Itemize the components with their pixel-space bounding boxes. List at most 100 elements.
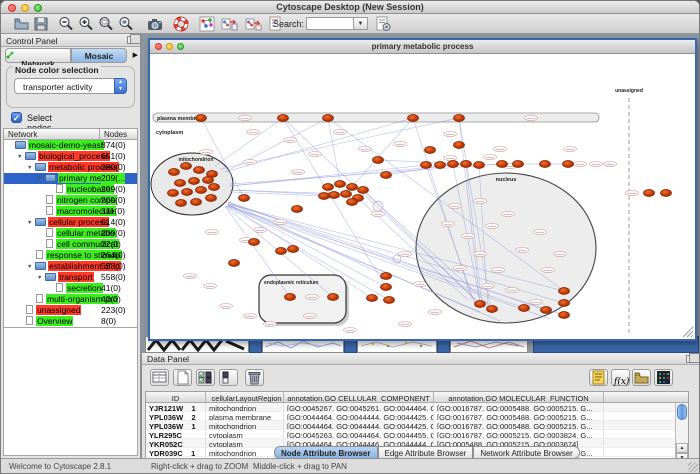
- table-cell[interactable]: [GO:0044464, GO:0044444, GO:0044425, G..…: [284, 421, 434, 429]
- search-input[interactable]: [306, 17, 354, 30]
- table-cell[interactable]: cytoplasm: [206, 439, 284, 447]
- table-cell[interactable]: YKR052C: [146, 439, 206, 447]
- table-cell[interactable]: mitochondrion: [206, 421, 284, 429]
- open-file-icon[interactable]: [13, 16, 30, 32]
- table-cell[interactable]: [GO:0016787, GO:0005488, GO:0005215, G..…: [434, 421, 604, 429]
- table-cell[interactable]: [GO:0016787, GO:0005488, GO:0005215, G..…: [434, 403, 604, 411]
- node-color-dropdown[interactable]: transporter activity ▲▼: [14, 78, 127, 94]
- tree-row-label: secretion: [66, 283, 103, 293]
- help-lifesaver-icon[interactable]: [173, 16, 190, 32]
- expand-arrow-icon[interactable]: ▼: [17, 154, 25, 160]
- tab-node-attribute-browser[interactable]: Node Attribute Browser: [274, 446, 378, 459]
- tab-overflow-arrow-icon[interactable]: ▶: [133, 51, 138, 59]
- table-cell[interactable]: [GO:0016787, GO:0005215, GO:0003824, G..…: [434, 430, 604, 438]
- tab-mosaic[interactable]: Mosaic: [71, 48, 127, 63]
- save-session-icon[interactable]: [33, 16, 50, 32]
- table-cell[interactable]: [GO:0044464, GO:0044444, GO:0044425, G..…: [284, 412, 434, 420]
- table-cell[interactable]: plasma membrane: [206, 412, 284, 420]
- file-icon: [46, 195, 53, 204]
- delete-attribute-icon[interactable]: [245, 369, 264, 386]
- table-cell[interactable]: cytoplasm: [206, 430, 284, 438]
- tree-row[interactable]: ▼transport558(0): [4, 272, 137, 283]
- expand-arrow-icon[interactable]: ▼: [37, 275, 45, 281]
- network-graph[interactable]: plasma membranecytoplasmmitochondrionnuc…: [150, 54, 695, 339]
- attribute-batch-icon[interactable]: [589, 369, 608, 386]
- expand-arrow-icon[interactable]: ▼: [37, 176, 45, 182]
- node-color-selection-group: Node color selection transporter activit…: [6, 66, 135, 108]
- table-row[interactable]: YJR121W__1mitochondrion[GO:0045267, GO:0…: [146, 403, 688, 412]
- tree-row[interactable]: cellular metabo209(0): [4, 228, 137, 239]
- tree-row[interactable]: Overview8(0): [4, 316, 137, 327]
- table-cell[interactable]: mitochondrion: [206, 403, 284, 411]
- network-overview-icon[interactable]: [199, 16, 216, 32]
- tree-row[interactable]: ▼metabolic process280(0): [4, 162, 137, 173]
- tree-row[interactable]: response to stimulu264(0): [4, 250, 137, 261]
- float-panel-icon[interactable]: [127, 36, 136, 44]
- table-cell[interactable]: YLR295C: [146, 430, 206, 438]
- show-attribute-table-icon[interactable]: [150, 369, 169, 386]
- unselect-attributes-icon[interactable]: [219, 369, 238, 386]
- tree-row[interactable]: ▼primary metabo209(...: [4, 173, 137, 184]
- float-panel-icon[interactable]: [686, 355, 695, 363]
- resize-grip[interactable]: [688, 462, 698, 472]
- expand-arrow-icon[interactable]: ▼: [27, 165, 35, 171]
- tree-row[interactable]: ▼cellular process614(0): [4, 217, 137, 228]
- scroll-up-icon[interactable]: ▲: [676, 443, 688, 453]
- table-cell[interactable]: YPL036W__1: [146, 421, 206, 429]
- tree-column-nodes[interactable]: Nodes: [99, 128, 138, 140]
- table-cell[interactable]: mitochondrion: [206, 448, 284, 456]
- tree-row[interactable]: cell communicat22(0): [4, 239, 137, 250]
- table-cell[interactable]: YDR039C__1: [146, 448, 206, 456]
- attribute-matrix-icon[interactable]: [654, 369, 673, 386]
- group-title: Node color selection: [13, 65, 101, 75]
- tree-row[interactable]: macromolecule311(0): [4, 206, 137, 217]
- configure-search-icon[interactable]: [375, 16, 392, 32]
- tree-row[interactable]: ▼establishment of lo558(0): [4, 261, 137, 272]
- column-header[interactable]: annotation.GO CELLULAR_COMPONENT: [284, 392, 434, 402]
- tree-row[interactable]: mosaic-demo-yeast874(0): [4, 140, 137, 151]
- tree-row-node-count: 41(0): [101, 283, 121, 294]
- tree-row[interactable]: nitrogen compo209(0): [4, 195, 137, 206]
- create-attribute-icon[interactable]: [173, 369, 192, 386]
- column-header[interactable]: annotation.GO MOLECULAR_FUNCTION: [434, 392, 604, 402]
- table-cell[interactable]: YJR121W__1: [146, 403, 206, 411]
- table-row[interactable]: YLR295Ccytoplasm[GO:0045263, GO:0044464,…: [146, 430, 688, 439]
- tab-network-attribute-browser[interactable]: Network Attribute Browser: [473, 446, 579, 459]
- network-canvas[interactable]: plasma membranecytoplasmmitochondrionnuc…: [150, 54, 695, 339]
- zoom-fit-icon[interactable]: [98, 16, 115, 32]
- table-scrollbar[interactable]: ▲ ▼: [675, 403, 688, 463]
- tree-row[interactable]: unassigned223(0): [4, 305, 137, 316]
- table-row[interactable]: YPL036W__2plasma membrane[GO:0044464, GO…: [146, 412, 688, 421]
- table-cell[interactable]: [GO:0016787, GO:0005488, GO:0005215, G..…: [434, 412, 604, 420]
- column-header[interactable]: _cellularLayoutRegion: [206, 392, 284, 402]
- new-network-from-selected-nodes-icon[interactable]: [221, 16, 238, 32]
- import-attributes-icon[interactable]: [632, 369, 651, 386]
- function-builder-icon[interactable]: f(x): [611, 369, 630, 386]
- column-header[interactable]: ID: [146, 392, 206, 402]
- table-cell[interactable]: [GO:0045263, GO:0044464, GO:0044455, G..…: [284, 430, 434, 438]
- network-window-title-bar[interactable]: primary metabolic process: [150, 40, 695, 54]
- tab-network[interactable]: Network: [5, 48, 71, 63]
- tree-row[interactable]: secretion41(0): [4, 283, 137, 294]
- zoom-selected-region-icon[interactable]: [118, 16, 135, 32]
- tree-row[interactable]: ▼biological_process651(0): [4, 151, 137, 162]
- table-row[interactable]: YPL036W__1mitochondrion[GO:0044464, GO:0…: [146, 421, 688, 430]
- zoom-out-icon[interactable]: [58, 16, 75, 32]
- tab-edge-attribute-browser[interactable]: Edge Attribute Browser: [378, 446, 474, 459]
- snapshot-icon[interactable]: [147, 16, 164, 32]
- expand-arrow-icon[interactable]: ▼: [27, 264, 35, 270]
- new-network-from-selection-icon[interactable]: [245, 16, 262, 32]
- zoom-in-icon[interactable]: [78, 16, 95, 32]
- search-dropdown-icon[interactable]: ▼: [354, 17, 368, 30]
- select-nodes-checkbox[interactable]: ✓: [11, 112, 22, 123]
- folder-icon: [25, 152, 36, 160]
- expand-arrow-icon[interactable]: ▼: [27, 220, 35, 226]
- select-attributes-icon[interactable]: [196, 369, 215, 386]
- scrollbar-thumb[interactable]: [677, 404, 687, 420]
- table-cell[interactable]: YPL036W__2: [146, 412, 206, 420]
- tree-row[interactable]: nucleobase-209(0): [4, 184, 137, 195]
- tree-row[interactable]: multi-organism pro42(0): [4, 294, 137, 305]
- tree-column-network[interactable]: Network: [3, 128, 100, 140]
- table-cell[interactable]: [GO:0045267, GO:0045261, GO:0044464, G..…: [284, 403, 434, 411]
- tree-row-label: mosaic-demo-yeast: [28, 140, 104, 150]
